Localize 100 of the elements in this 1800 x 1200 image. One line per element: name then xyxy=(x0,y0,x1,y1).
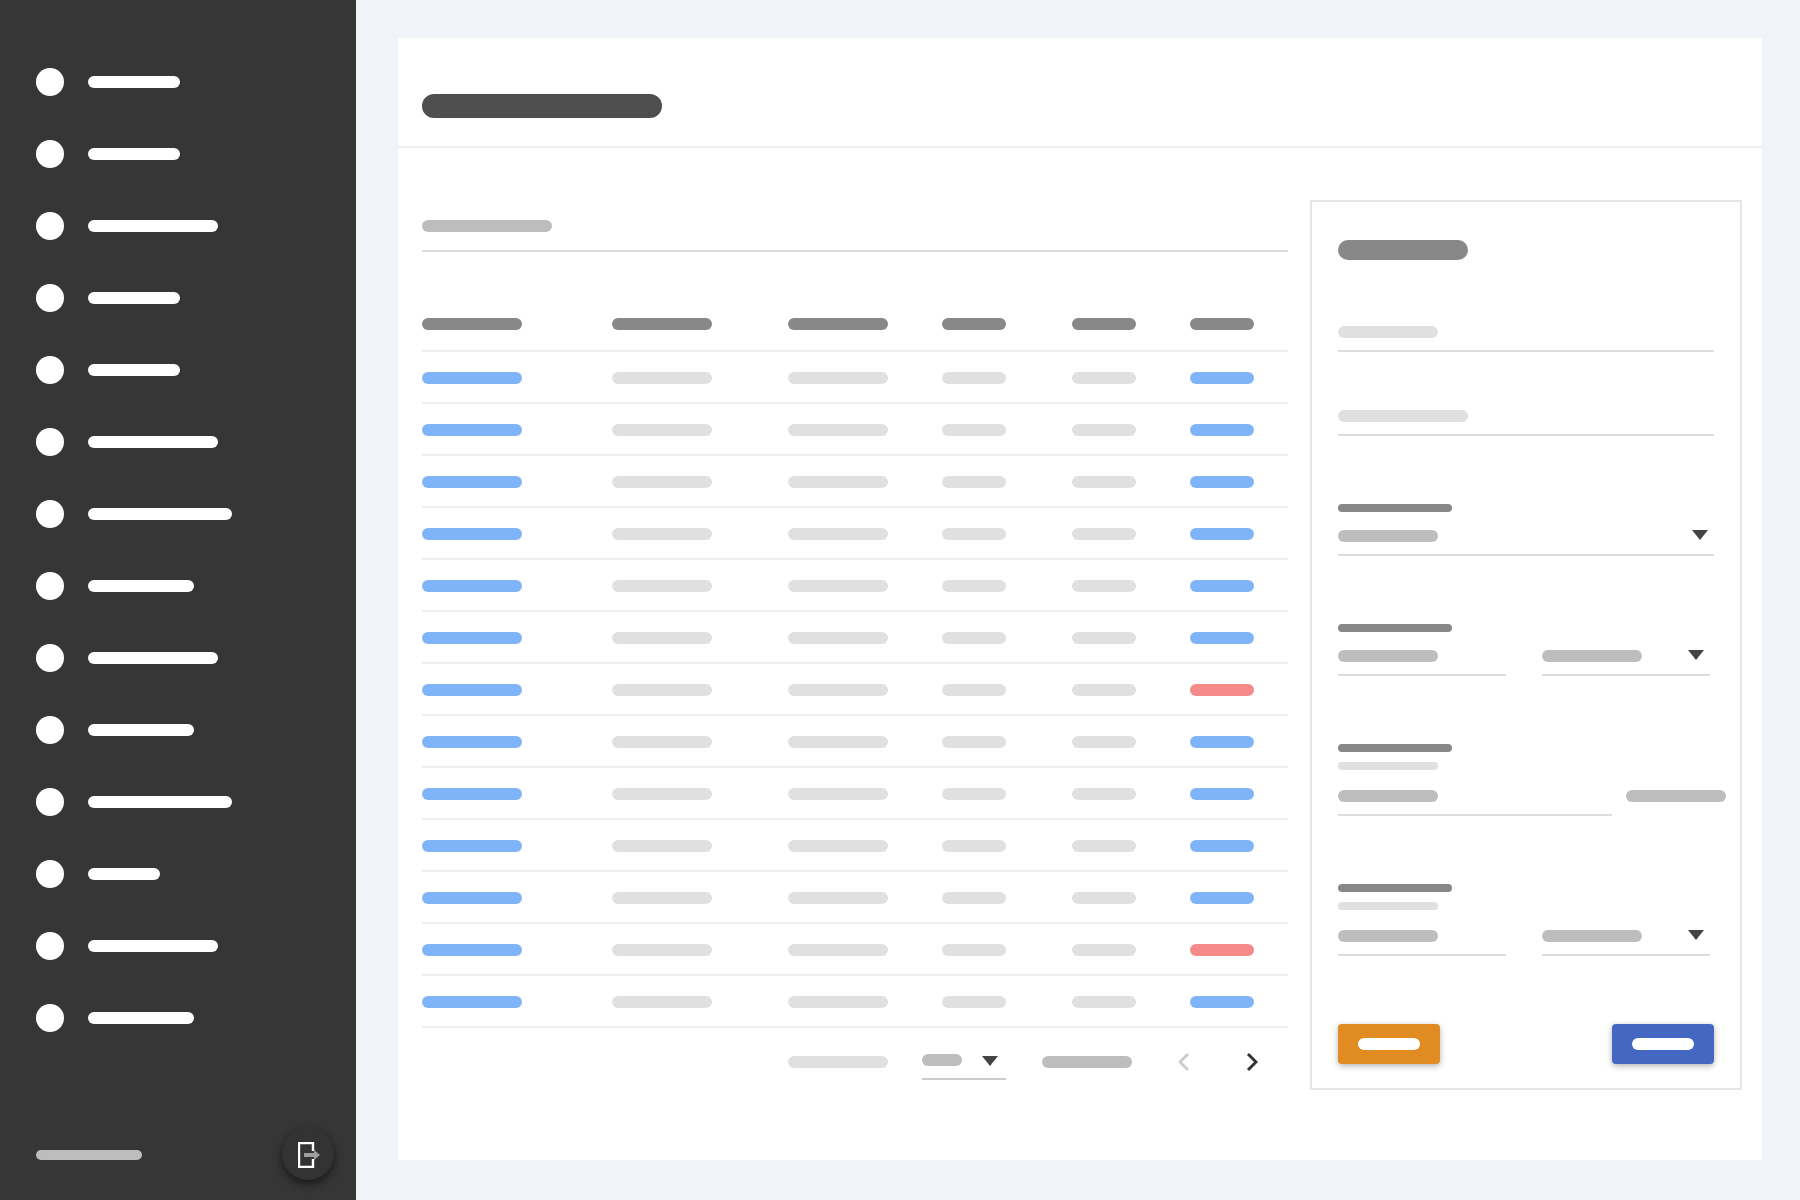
cell-placeholder xyxy=(612,579,712,591)
link-placeholder[interactable] xyxy=(422,839,522,851)
value-placeholder xyxy=(1338,529,1438,541)
nav-label-placeholder xyxy=(88,580,194,592)
page-size-label-placeholder xyxy=(788,1055,888,1067)
link-placeholder[interactable] xyxy=(422,891,522,903)
cell-placeholder xyxy=(788,735,888,747)
cell-placeholder xyxy=(612,995,712,1007)
button-label-placeholder xyxy=(1358,1038,1420,1050)
cell-placeholder xyxy=(942,579,1006,591)
cell-placeholder xyxy=(612,631,712,643)
cell-placeholder xyxy=(788,579,888,591)
cell-placeholder xyxy=(942,683,1006,695)
link-placeholder[interactable] xyxy=(422,579,522,591)
cell-placeholder xyxy=(612,475,712,487)
cell-placeholder xyxy=(788,891,888,903)
column-header-placeholder xyxy=(612,318,712,330)
cell-placeholder xyxy=(1072,995,1136,1007)
logout-button[interactable] xyxy=(282,1128,334,1180)
cell-placeholder xyxy=(612,839,712,851)
link-placeholder[interactable] xyxy=(422,683,522,695)
nav-label-placeholder xyxy=(88,436,218,448)
cell-placeholder xyxy=(1072,475,1136,487)
cell-placeholder xyxy=(612,423,712,435)
column-header-placeholder xyxy=(788,318,888,330)
logout-icon xyxy=(297,1141,319,1167)
cell-placeholder xyxy=(788,475,888,487)
column-header-placeholder xyxy=(1190,318,1254,330)
cell-placeholder xyxy=(788,839,888,851)
filter-placeholder xyxy=(422,220,552,232)
primary-button[interactable] xyxy=(1612,1024,1714,1064)
cell-placeholder xyxy=(788,371,888,383)
caret-icon xyxy=(1692,530,1708,540)
nav-label-placeholder xyxy=(88,796,232,808)
button-label-placeholder xyxy=(1632,1038,1694,1050)
cell-placeholder xyxy=(1072,631,1136,643)
user-name-placeholder xyxy=(36,1149,142,1159)
value-placeholder xyxy=(1338,649,1438,661)
cell-placeholder xyxy=(788,631,888,643)
cell-placeholder xyxy=(612,683,712,695)
link-placeholder[interactable] xyxy=(422,371,522,383)
cell-placeholder xyxy=(788,943,888,955)
nav-label-placeholder xyxy=(88,148,180,160)
chevron-right-icon xyxy=(1246,1051,1258,1071)
suffix-placeholder xyxy=(1626,790,1726,802)
link-placeholder[interactable] xyxy=(422,735,522,747)
column-header-placeholder xyxy=(422,318,522,330)
cell-placeholder xyxy=(942,475,1006,487)
secondary-button[interactable] xyxy=(1338,1024,1440,1064)
cell-placeholder xyxy=(942,995,1006,1007)
nav-label-placeholder xyxy=(88,724,194,736)
page-range-placeholder xyxy=(1042,1055,1132,1067)
cell-placeholder xyxy=(942,423,1006,435)
caret-icon xyxy=(982,1055,998,1065)
nav-label-placeholder xyxy=(88,76,180,88)
link-placeholder[interactable] xyxy=(422,423,522,435)
caret-icon xyxy=(1688,650,1704,660)
cell-placeholder xyxy=(1072,423,1136,435)
cell-placeholder xyxy=(942,527,1006,539)
column-header-placeholder xyxy=(942,318,1006,330)
caret-icon xyxy=(1688,930,1704,940)
cell-placeholder xyxy=(788,995,888,1007)
cell-placeholder xyxy=(942,371,1006,383)
value-placeholder xyxy=(1338,929,1438,941)
cell-placeholder xyxy=(1072,787,1136,799)
link-placeholder[interactable] xyxy=(422,527,522,539)
cell-placeholder xyxy=(788,527,888,539)
cell-placeholder xyxy=(612,943,712,955)
nav-label-placeholder xyxy=(88,364,180,376)
cell-placeholder xyxy=(612,735,712,747)
cell-placeholder xyxy=(942,787,1006,799)
cell-placeholder xyxy=(612,527,712,539)
cell-placeholder xyxy=(1072,527,1136,539)
link-placeholder[interactable] xyxy=(422,995,522,1007)
nav-label-placeholder xyxy=(88,652,218,664)
cell-placeholder xyxy=(942,735,1006,747)
cell-placeholder xyxy=(942,891,1006,903)
nav-label-placeholder xyxy=(88,940,218,952)
form-title-placeholder xyxy=(1338,240,1468,260)
cell-placeholder xyxy=(1072,579,1136,591)
nav-label-placeholder xyxy=(88,220,218,232)
cell-placeholder xyxy=(942,839,1006,851)
cell-placeholder xyxy=(1072,839,1136,851)
page-size-value-placeholder xyxy=(922,1054,962,1066)
value-placeholder xyxy=(1338,789,1438,801)
nav-label-placeholder xyxy=(88,868,160,880)
cell-placeholder xyxy=(612,371,712,383)
cell-placeholder xyxy=(1072,371,1136,383)
link-placeholder[interactable] xyxy=(422,631,522,643)
cell-placeholder xyxy=(942,943,1006,955)
column-header-placeholder xyxy=(1072,318,1136,330)
value-placeholder xyxy=(1542,649,1642,661)
link-placeholder[interactable] xyxy=(422,943,522,955)
nav-label-placeholder xyxy=(88,292,180,304)
link-placeholder[interactable] xyxy=(422,787,522,799)
link-placeholder[interactable] xyxy=(422,475,522,487)
cell-placeholder xyxy=(612,787,712,799)
cell-placeholder xyxy=(788,683,888,695)
cell-placeholder xyxy=(1072,735,1136,747)
nav-label-placeholder xyxy=(88,508,232,520)
